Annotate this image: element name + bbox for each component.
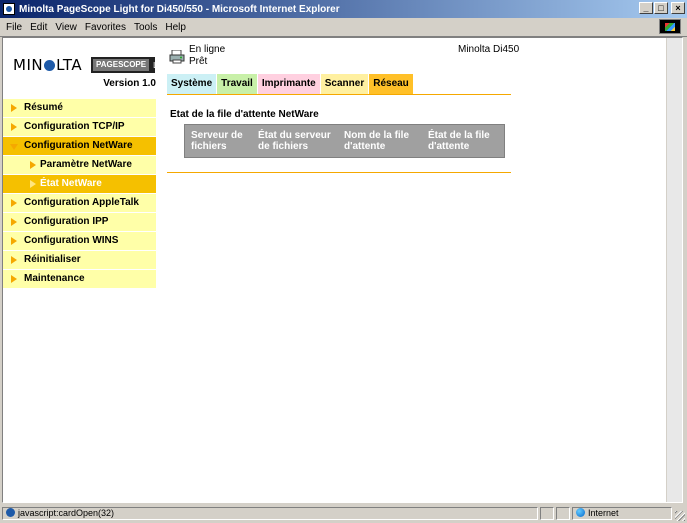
- minolta-logo-dot-icon: [44, 60, 56, 71]
- tab-scanner[interactable]: Scanner: [320, 74, 369, 94]
- pagescope-logo: PAGESCOPE Light: [91, 57, 170, 73]
- sidebar-item-netware[interactable]: Configuration NetWare: [3, 137, 156, 155]
- minimize-button[interactable]: _: [639, 2, 653, 14]
- status-panel-2: [540, 507, 554, 520]
- zone-label: Internet: [588, 508, 619, 518]
- sidebar-item-wins[interactable]: Configuration WINS: [3, 232, 156, 250]
- version-label: Version 1.0: [103, 78, 156, 89]
- sidebar-item-resume[interactable]: Résumé: [3, 99, 156, 117]
- menu-view[interactable]: View: [55, 22, 77, 33]
- sidebar-item-maintenance[interactable]: Maintenance: [3, 270, 156, 288]
- internet-globe-icon: [576, 508, 585, 517]
- table-header-row: Serveur de fichiers État du serveur de f…: [188, 128, 501, 154]
- sidebar-item-appletalk[interactable]: Configuration AppleTalk: [3, 194, 156, 212]
- printer-status-icon: [169, 50, 185, 64]
- menu-help[interactable]: Help: [165, 22, 186, 33]
- menu-edit[interactable]: Edit: [30, 22, 47, 33]
- sidebar-item-tcpip[interactable]: Configuration TCP/IP: [3, 118, 156, 136]
- col-queue-status: État de la file d'attente: [425, 128, 501, 154]
- sidebar-nav: Résumé Configuration TCP/IP Configuratio…: [3, 99, 156, 289]
- status-online: En ligne: [189, 44, 226, 55]
- tab-underline: [167, 94, 511, 95]
- status-text: javascript:cardOpen(32): [18, 508, 115, 518]
- windows-logo-icon: [659, 19, 681, 34]
- page-icon: [6, 508, 15, 517]
- content-divider: [167, 172, 511, 173]
- main-tabs: Système Travail Imprimante Scanner Résea…: [167, 74, 414, 94]
- window-title: Minolta PageScope Light for Di450/550 - …: [19, 3, 340, 15]
- menu-bar: File Edit View Favorites Tools Help: [0, 18, 687, 37]
- window-titlebar: Minolta PageScope Light for Di450/550 - …: [0, 0, 687, 18]
- tab-reseau[interactable]: Réseau: [369, 74, 413, 94]
- status-ready: Prêt: [189, 56, 208, 67]
- menu-tools[interactable]: Tools: [134, 22, 157, 33]
- window-controls: _ □ ×: [639, 2, 685, 14]
- maximize-button[interactable]: □: [654, 2, 668, 14]
- browser-content: MIN LTA PAGESCOPE Light Version 1.0 Résum…: [2, 37, 683, 503]
- tab-travail[interactable]: Travail: [217, 74, 257, 94]
- tab-imprimante[interactable]: Imprimante: [257, 74, 320, 94]
- vertical-scrollbar[interactable]: [666, 38, 682, 502]
- col-file-server: Serveur de fichiers: [188, 128, 252, 154]
- col-queue-name: Nom de la file d'attente: [341, 128, 422, 154]
- close-button[interactable]: ×: [671, 2, 685, 14]
- sidebar-item-netware-status[interactable]: État NetWare: [3, 175, 156, 193]
- tab-systeme[interactable]: Système: [167, 74, 217, 94]
- netware-queue-table: Serveur de fichiers État du serveur de f…: [184, 124, 505, 158]
- status-bar: javascript:cardOpen(32) Internet: [0, 505, 687, 523]
- zone-panel: Internet: [572, 507, 672, 520]
- sidebar-item-reset[interactable]: Réinitialiser: [3, 251, 156, 269]
- status-panel-3: [556, 507, 570, 520]
- page-title: Etat de la file d'attente NetWare: [170, 109, 319, 120]
- sidebar-item-ipp[interactable]: Configuration IPP: [3, 213, 156, 231]
- sidebar-item-netware-params[interactable]: Paramètre NetWare: [3, 156, 156, 174]
- ie-app-icon[interactable]: [3, 3, 15, 15]
- menu-file[interactable]: File: [6, 22, 22, 33]
- minolta-logo: MIN LTA: [13, 56, 83, 74]
- resize-grip-icon[interactable]: [675, 511, 685, 521]
- menu-favorites[interactable]: Favorites: [85, 22, 126, 33]
- status-text-panel: javascript:cardOpen(32): [2, 507, 538, 520]
- device-model: Minolta Di450: [458, 44, 520, 55]
- col-file-server-status: État du serveur de fichiers: [255, 128, 338, 154]
